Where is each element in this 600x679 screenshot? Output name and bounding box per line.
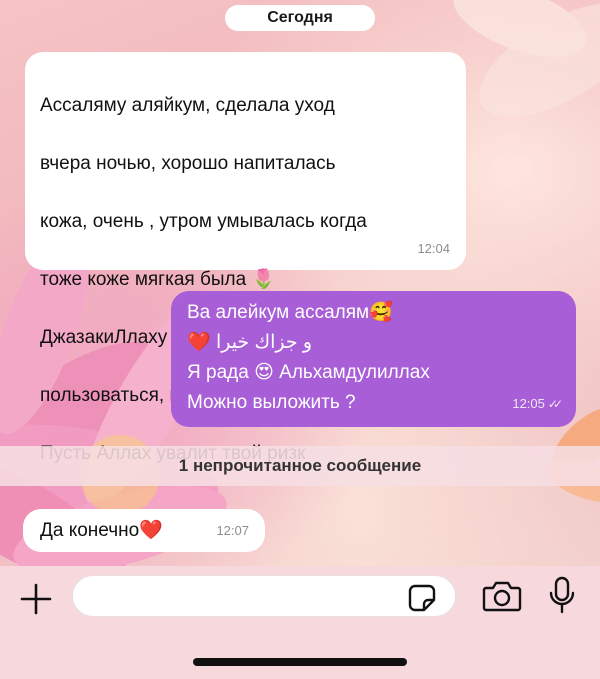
message-timestamp: 12:05 ✓✓ [512,389,563,419]
incoming-message-bubble[interactable]: Да конечно❤️ 12:07 [23,509,265,552]
message-line: Можно выложить ? [187,392,356,413]
message-input[interactable] [72,575,456,617]
microphone-icon[interactable] [548,576,576,614]
message-line: вчера ночью, хорошо напиталась [40,153,336,174]
message-text: Ассаляму аляйкум, сделала уход вчера ноч… [40,62,450,497]
message-line: ❤️ و جزاك خيرا [187,332,313,353]
message-line: Я рада 😍 Альхамдулиллах [187,362,430,383]
message-line: тоже коже мягкая была 🌷 [40,269,276,290]
message-line: Ва алейкум ассалям🥰 [187,302,393,323]
message-timestamp: 12:07 [216,523,249,538]
message-timestamp: 12:04 [417,241,450,256]
unread-messages-divider: 1 непрочитанное сообщение [0,446,600,486]
message-line: Ассаляму аляйкум, сделала уход [40,95,335,116]
date-separator: Сегодня [225,5,375,31]
time-text: 12:05 [512,396,545,411]
incoming-message-bubble[interactable]: Ассаляму аляйкум, сделала уход вчера ноч… [25,52,466,464]
message-text: Да конечно❤️ [40,520,163,541]
outgoing-message-bubble[interactable]: Ва алейкум ассалям🥰 ❤️ و جزاك خيرا Я рад… [171,291,576,427]
read-checkmarks-icon: ✓✓ [547,397,563,411]
home-indicator[interactable] [193,658,407,666]
plus-icon[interactable] [19,582,53,616]
camera-icon[interactable] [482,579,522,613]
sticker-icon[interactable] [407,583,437,613]
message-line: кожа, очень , утром умывалась когда [40,211,367,232]
